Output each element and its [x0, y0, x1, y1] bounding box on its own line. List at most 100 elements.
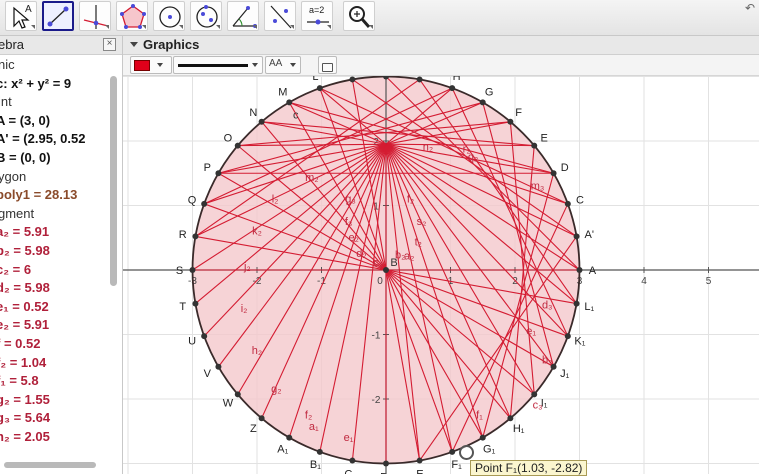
point-label: B₁: [310, 459, 321, 471]
angle-tool-button[interactable]: [227, 1, 259, 31]
dropdown-icon: [369, 25, 373, 29]
line-style-button[interactable]: [173, 56, 263, 74]
algebra-item[interactable]: a₂ = 5.91: [0, 223, 112, 242]
point-label: U: [188, 336, 196, 348]
algebra-item[interactable]: g₃ = 5.64: [0, 409, 112, 428]
segment-label: d₃: [542, 300, 553, 312]
color-button[interactable]: [130, 56, 172, 74]
circle-tool-button[interactable]: [153, 1, 185, 31]
point-label: F₁: [451, 459, 462, 471]
segment-label: q₂: [468, 151, 478, 163]
algebra-header: ebra ×: [0, 36, 122, 55]
polygon-vertex: [573, 300, 580, 307]
segment-label: n₂: [423, 142, 433, 154]
polygon-vertex: [192, 233, 199, 240]
segment-label: h₂: [252, 345, 262, 357]
algebra-view: ebra × nic c: x² + y² = 9int A = (3, 0)A' …: [0, 36, 123, 474]
segment-label: e₁: [344, 432, 354, 444]
algebra-item[interactable]: A' = (2.95, 0.52: [0, 130, 112, 149]
move-tool-button[interactable]: A: [5, 1, 37, 31]
polygon-tool-button[interactable]: [116, 1, 148, 31]
point-label: H: [453, 76, 461, 83]
segment-label: a₂: [404, 251, 414, 263]
algebra-horizontal-scrollbar[interactable]: [4, 462, 96, 468]
point-label: F: [515, 107, 522, 119]
segment-label: k₂: [252, 226, 262, 238]
point-label: A': [585, 229, 594, 241]
segment-label: d₂: [356, 248, 366, 260]
algebra-vertical-scrollbar[interactable]: [110, 76, 117, 286]
line-tool-button[interactable]: [79, 1, 111, 31]
point-label: O: [224, 132, 233, 144]
point-tool-button[interactable]: [42, 1, 74, 31]
point-icon: [47, 6, 69, 27]
polygon-vertex: [215, 170, 222, 177]
zoom-tool-button[interactable]: [343, 1, 375, 31]
polygon-vertex: [215, 363, 222, 370]
algebra-item[interactable]: e₂ = 5.91: [0, 316, 112, 335]
segment-label: s₂: [417, 216, 427, 228]
graphics-title: Graphics: [143, 37, 200, 52]
algebra-item[interactable]: f₂ = 1.04: [0, 354, 112, 373]
algebra-category: gment: [0, 205, 35, 221]
polygon-vertex: [349, 457, 356, 464]
algebra-item[interactable]: b₂ = 5.98: [0, 242, 112, 261]
point-label: W: [223, 398, 234, 410]
graphics-header: Graphics: [123, 36, 759, 55]
polygon-vertex: [258, 415, 265, 422]
polygon-vertex: [550, 170, 557, 177]
x-tick-label: -2: [253, 276, 262, 287]
point-label: L: [312, 76, 318, 83]
toolbar: A a=2 ↶: [0, 0, 759, 36]
polygon-vertex: [234, 391, 241, 398]
polygon-vertex: [507, 118, 514, 125]
segment-label: c₃: [533, 400, 543, 412]
line-style-icon: [178, 64, 248, 67]
algebra-item[interactable]: A = (3, 0): [0, 112, 112, 131]
slider-tool-button[interactable]: a=2: [301, 1, 333, 31]
dropdown-icon: [142, 25, 146, 29]
algebra-item[interactable]: e₁ = 0.52: [0, 298, 112, 317]
fix-object-button[interactable]: [318, 56, 337, 74]
y-tick-label: -1: [372, 331, 381, 342]
algebra-item[interactable]: d₂ = 5.98: [0, 279, 112, 298]
polygon-vertex: [201, 200, 208, 207]
polygon-vertex: [316, 448, 323, 455]
reflect-tool-button[interactable]: [264, 1, 296, 31]
algebra-item[interactable]: B = (0, 0): [0, 149, 112, 168]
segment-label: f₁: [476, 409, 483, 421]
segment-label: m₂: [305, 172, 318, 184]
dropdown-icon: [327, 25, 331, 29]
cursor-icon: [459, 445, 474, 460]
polygon-vertex: [531, 142, 538, 149]
point-label: K₁: [574, 336, 585, 348]
undo-icon[interactable]: ↶: [745, 1, 755, 15]
algebra-category: int: [0, 94, 12, 110]
collapse-icon[interactable]: [130, 42, 138, 47]
graphics-view: Graphics AA -3-2-112345021-1-2BJIHGFEDCA…: [123, 36, 759, 474]
point-label: D: [561, 162, 569, 174]
algebra-item[interactable]: f = 0.52: [0, 335, 112, 354]
polygon-vertex: [234, 142, 241, 149]
polygon-vertex: [573, 233, 580, 240]
point-label: V: [204, 368, 212, 380]
segment-label: j₂: [243, 261, 251, 273]
algebra-item[interactable]: c₂ = 6: [0, 261, 112, 280]
conic-tool-button[interactable]: [190, 1, 222, 31]
point-label: G: [485, 86, 494, 98]
dropdown-icon: [290, 25, 294, 29]
graphics-canvas[interactable]: -3-2-112345021-1-2BJIHGFEDCA'AL₁K₁J₁I₁H₁…: [123, 76, 759, 474]
algebra-item[interactable]: c: x² + y² = 9: [0, 75, 112, 94]
point-label: C: [576, 194, 584, 206]
label-style-button[interactable]: AA: [265, 56, 301, 74]
algebra-category: ygon: [0, 168, 27, 184]
algebra-item[interactable]: f₁ = 5.8: [0, 372, 112, 391]
point-label: E: [540, 132, 547, 144]
close-icon[interactable]: ×: [103, 38, 116, 51]
algebra-item[interactable]: g₂ = 1.55: [0, 391, 112, 410]
algebra-item[interactable]: poly1 = 28.13: [0, 186, 112, 205]
point-label: R: [179, 229, 187, 241]
point-label: A: [589, 265, 597, 277]
algebra-item[interactable]: h₂ = 2.05: [0, 428, 112, 447]
polygon-vertex: [201, 333, 208, 340]
